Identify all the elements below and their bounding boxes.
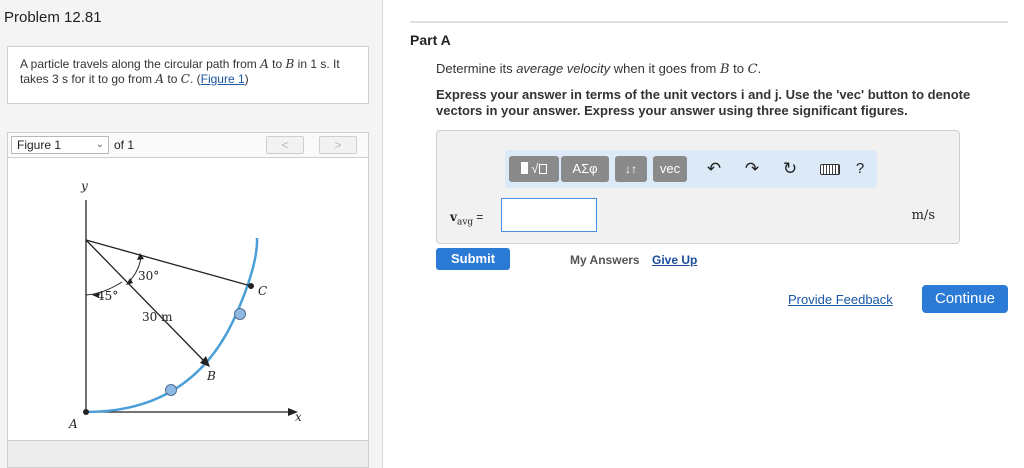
label-c: C (258, 284, 267, 298)
templates-icon (520, 162, 528, 174)
figure-count: of 1 (114, 138, 135, 152)
templates-button[interactable]: √ (509, 156, 559, 182)
statement-text: A particle travels along the circular pa… (20, 57, 261, 71)
continue-button[interactable]: Continue (922, 285, 1008, 313)
problem-statement: A particle travels along the circular pa… (7, 46, 369, 104)
reset-icon[interactable]: ↻ (777, 156, 803, 182)
label-angle-45: 45° (97, 289, 118, 303)
help-button[interactable]: ? (847, 156, 873, 182)
answer-instructions: Express your answer in terms of the unit… (436, 87, 971, 118)
chevron-down-icon: ⌄ (95, 139, 104, 150)
point-a: A (155, 72, 165, 86)
figure-canvas: y x A B C 30° 45° 30 m (7, 158, 369, 440)
give-up-link[interactable]: Give Up (652, 253, 697, 267)
greek-symbols-button[interactable]: ΑΣφ (561, 156, 609, 182)
math-toolbar: √ ΑΣφ ↓↑ vec ↶ ↷ ↻ ? (505, 150, 877, 188)
equals-sign: = (476, 210, 484, 224)
statement-text: to (164, 72, 181, 86)
figure-diagram: y x A B C 30° 45° 30 m (68, 179, 302, 431)
statement-text: ) (244, 72, 249, 86)
figure-footer (7, 440, 369, 468)
problem-title: Problem 12.81 (4, 9, 102, 26)
label-radius: 30 m (142, 310, 173, 324)
point-b: B (285, 57, 295, 71)
my-answers-label: My Answers (570, 253, 640, 267)
previous-figure-button[interactable]: < (266, 136, 304, 154)
point-c: C (180, 72, 190, 86)
question-segment: Determine its (436, 61, 517, 76)
next-figure-button[interactable]: > (319, 136, 357, 154)
question-emphasis: average velocity (516, 61, 611, 76)
question-text: Determine its average velocity when it g… (436, 61, 761, 77)
redo-icon[interactable]: ↷ (739, 156, 765, 182)
answer-input[interactable] (501, 198, 597, 232)
keyboard-icon[interactable] (817, 156, 843, 182)
label-b: B (206, 369, 216, 383)
question-segment: to (729, 61, 748, 76)
problem-panel: Problem 12.81 A particle travels along t… (0, 0, 383, 468)
point-c: C (747, 62, 758, 77)
x-axis-label: x (295, 410, 302, 424)
figure-select[interactable]: Figure 1 ⌄ (11, 136, 109, 154)
statement-text: to (268, 57, 286, 71)
label-angle-30: 30° (138, 269, 159, 283)
point-c-dot (248, 283, 254, 289)
point-b: B (719, 62, 730, 77)
statement-text: . ( (189, 72, 201, 86)
answer-units: m/s (911, 208, 935, 223)
question-segment: . (757, 61, 762, 76)
particle-marker (165, 384, 177, 396)
vec-button[interactable]: vec (653, 156, 687, 182)
divider (410, 21, 1008, 23)
particle-marker (234, 308, 246, 320)
variable-symbol: v (450, 210, 457, 224)
sqrt-icon: √ (531, 161, 539, 176)
box-icon (539, 164, 548, 174)
subscript-superscript-button[interactable]: ↓↑ (615, 156, 647, 182)
point-a: A (260, 57, 269, 71)
y-axis-label: y (80, 179, 88, 193)
figure-select-value: Figure 1 (17, 138, 62, 152)
part-label: Part A (410, 32, 451, 48)
point-a-dot (83, 409, 89, 415)
figure-toolbar: Figure 1 ⌄ of 1 < > (7, 132, 369, 158)
undo-icon[interactable]: ↶ (701, 156, 727, 182)
answer-panel: √ ΑΣφ ↓↑ vec ↶ ↷ ↻ ? vavg = m/s (436, 130, 960, 244)
answer-variable-label: vavg = (450, 210, 483, 227)
submit-button[interactable]: Submit (436, 248, 510, 270)
variable-subscript: avg (456, 217, 474, 228)
label-a: A (68, 417, 78, 431)
question-segment: when it goes from (610, 61, 720, 76)
radial-line-c (85, 239, 252, 287)
figure-link[interactable]: Figure 1 (201, 72, 245, 86)
provide-feedback-link[interactable]: Provide Feedback (788, 292, 893, 307)
